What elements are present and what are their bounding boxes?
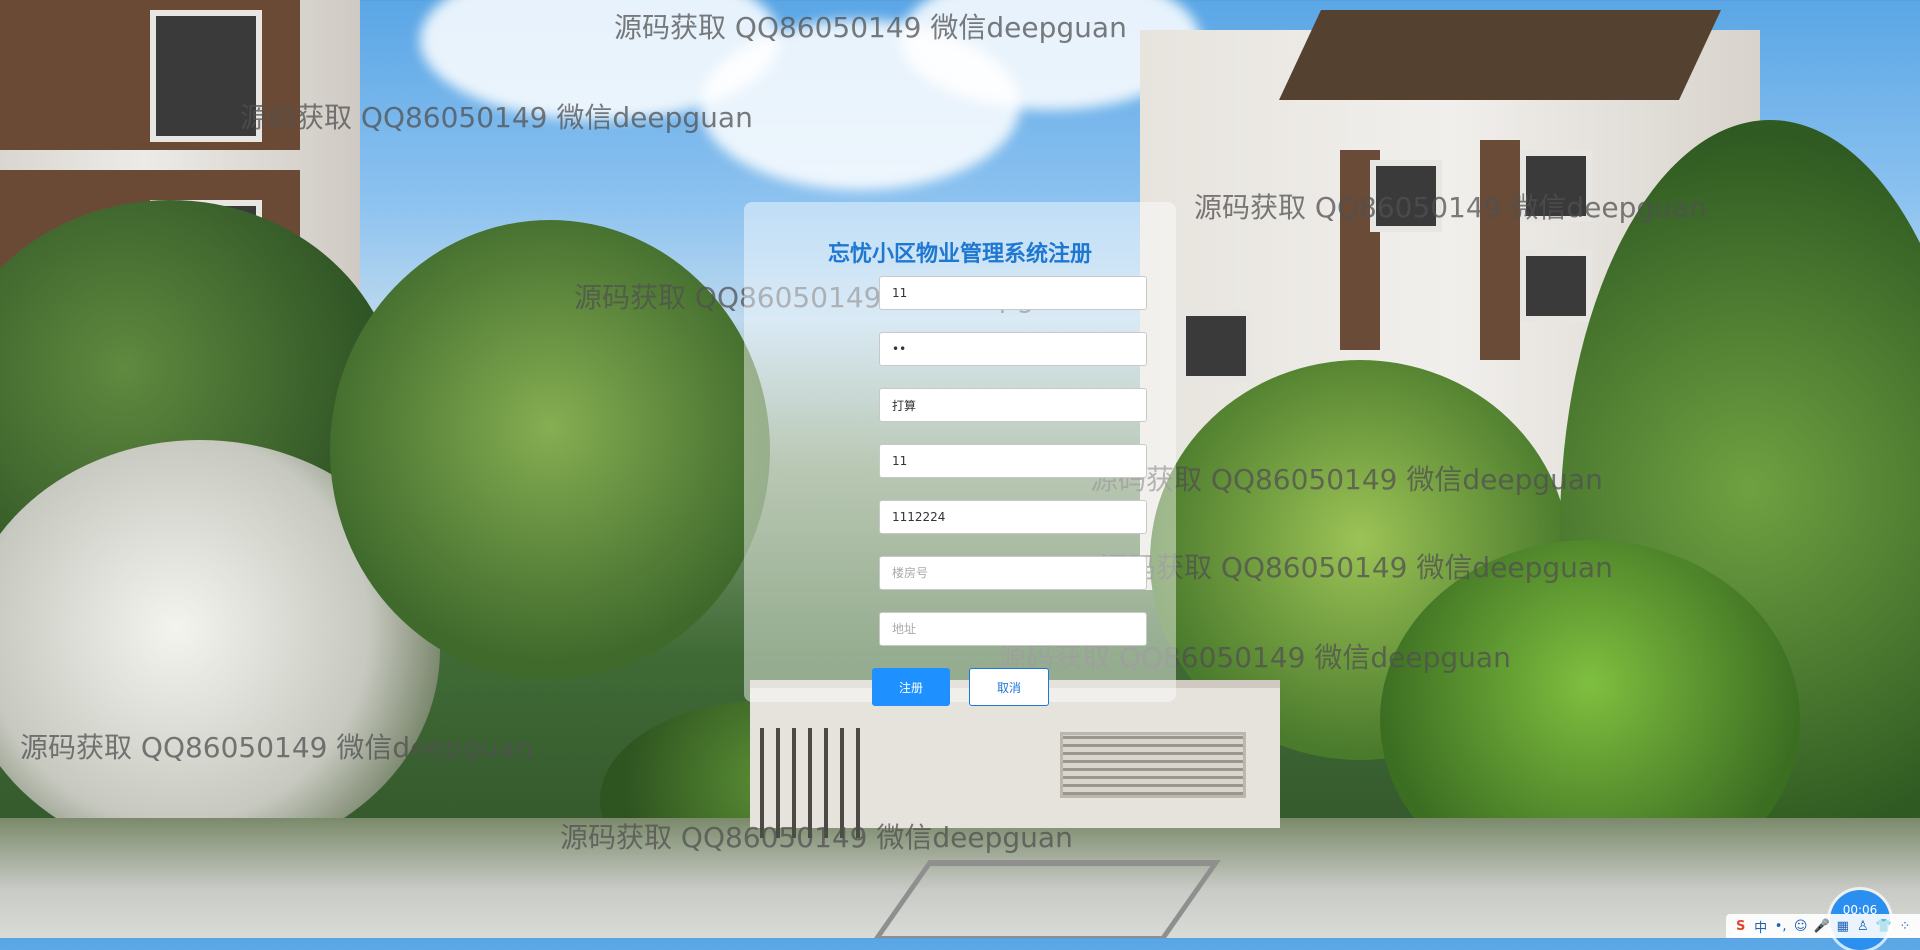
username-field[interactable] (879, 276, 1147, 310)
building-number-field[interactable] (879, 556, 1147, 590)
name-row: 姓名 (744, 388, 1176, 424)
tree (330, 220, 770, 680)
ime-language-toggle[interactable]: 中 (1754, 917, 1768, 936)
register-card: 忘忧小区物业管理系统注册 账号 密码 姓名 年龄 手机 楼房号 地址 注册 取消 (744, 202, 1176, 706)
name-field[interactable] (879, 388, 1147, 422)
user-icon[interactable]: ♙ (1856, 919, 1870, 934)
ime-tray: S 中 •, ☺ 🎤 ▦ ♙ 👕 ⁘ (1725, 914, 1920, 938)
cancel-button[interactable]: 取消 (969, 668, 1049, 706)
punctuation-toggle[interactable]: •, (1774, 919, 1788, 934)
age-row: 年龄 (744, 444, 1176, 480)
phone-row: 手机 (744, 500, 1176, 536)
toolbox-icon[interactable]: ⁘ (1898, 919, 1912, 934)
age-field[interactable] (879, 444, 1147, 478)
page-title: 忘忧小区物业管理系统注册 (827, 242, 1092, 267)
emoji-icon[interactable]: ☺ (1794, 919, 1808, 934)
microphone-icon[interactable]: 🎤 (1814, 919, 1830, 934)
paving-pattern (871, 860, 1221, 938)
address-row: 地址 (744, 612, 1176, 648)
register-button[interactable]: 注册 (872, 668, 950, 706)
username-row: 账号 (744, 276, 1176, 312)
skin-icon[interactable]: 👕 (1876, 919, 1892, 934)
password-row: 密码 (744, 332, 1176, 368)
sogou-icon[interactable]: S (1734, 919, 1748, 934)
keyboard-icon[interactable]: ▦ (1836, 919, 1850, 934)
phone-field[interactable] (879, 500, 1147, 534)
address-field[interactable] (879, 612, 1147, 646)
building-number-row: 楼房号 (744, 556, 1176, 592)
password-field[interactable] (879, 332, 1147, 366)
